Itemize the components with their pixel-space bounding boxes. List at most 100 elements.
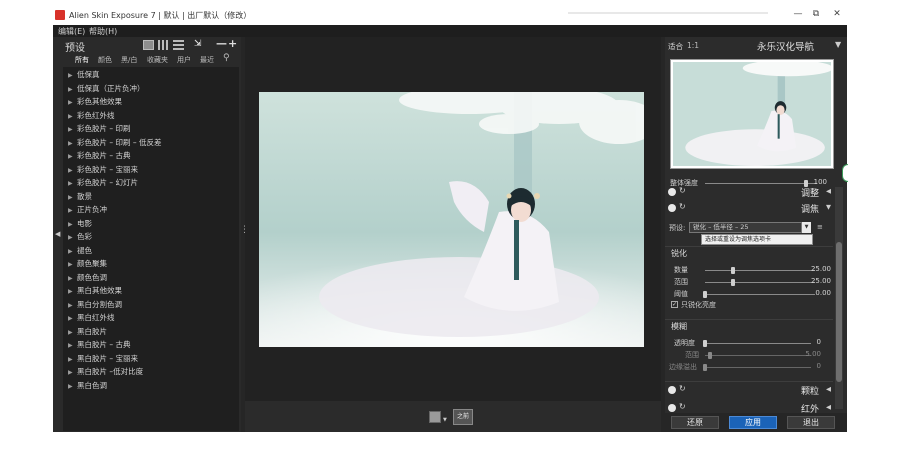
sharpen-radius-value: 25.00: [810, 277, 831, 285]
tab-recent[interactable]: 最近: [200, 55, 214, 65]
list-item[interactable]: ▶ 彩色胶片 – 幻灯片: [68, 177, 138, 190]
chevron-right-icon: ▶: [68, 328, 73, 336]
chevron-down-icon[interactable]: ▼: [443, 417, 447, 423]
toggle-icon[interactable]: [668, 188, 676, 196]
blur-bleed-knob[interactable]: [703, 364, 707, 371]
maximize-button[interactable]: ⧉: [809, 9, 823, 21]
collapse-left-panel-icon[interactable]: ◀: [55, 230, 60, 238]
section-focus-header[interactable]: ↻ 调焦 ▼: [665, 202, 833, 215]
divider: [665, 246, 833, 247]
close-button[interactable]: ✕: [830, 9, 844, 21]
sharpen-radius-knob[interactable]: [730, 279, 735, 286]
tab-user[interactable]: 用户: [177, 55, 191, 65]
list-item[interactable]: ▶ 低保真（正片负冲）: [68, 83, 145, 96]
section-infrared-header[interactable]: ↻ 红外 ◀: [665, 402, 833, 413]
collapse-icon[interactable]: ⇲: [194, 39, 202, 49]
chevron-right-icon: ▶: [68, 72, 73, 79]
view-grid-large-icon[interactable]: [143, 40, 154, 50]
focus-preset-select[interactable]: 锐化 – 低半径 – 25: [689, 222, 802, 233]
list-item[interactable]: ▶ 黑白其他效果: [68, 285, 122, 298]
toggle-icon[interactable]: [668, 386, 676, 394]
chevron-right-icon: ▶: [68, 139, 73, 147]
list-item[interactable]: ▶ 褪色: [68, 245, 92, 258]
sharpen-threshold-value: 0.00: [815, 289, 831, 297]
navigator-title: 永乐汉化导航: [757, 42, 815, 53]
list-item[interactable]: ▶ 黑白红外线: [68, 312, 115, 325]
before-button[interactable]: 之前: [453, 409, 473, 425]
list-item[interactable]: ▶ 彩色红外线: [68, 110, 115, 123]
sharpen-radius-track[interactable]: [705, 282, 815, 283]
tab-color[interactable]: 颜色: [98, 55, 112, 65]
sharpen-amount-knob[interactable]: [730, 267, 735, 274]
chevron-right-icon: ▶: [68, 342, 73, 349]
reset-icon[interactable]: ↻: [679, 402, 686, 411]
reset-icon[interactable]: ↻: [679, 202, 686, 211]
chevron-down-icon: ▼: [826, 203, 831, 211]
chevron-down-icon[interactable]: ▼: [835, 40, 841, 49]
list-item[interactable]: ▶ 彩色胶片 – 古典: [68, 150, 131, 163]
zoom-1to1-button[interactable]: 1:1: [687, 41, 699, 50]
chevron-right-icon: ▶: [68, 288, 73, 295]
list-item[interactable]: ▶ 低保真: [68, 69, 100, 82]
sharpen-threshold-label: 阈值: [674, 290, 688, 298]
chevron-right-icon: ▶: [68, 301, 73, 309]
chevron-right-icon: ▶: [68, 166, 73, 174]
list-item[interactable]: ▶ 色彩: [68, 231, 92, 244]
menu-edit[interactable]: 编辑(E): [58, 26, 85, 37]
list-item[interactable]: ▶ 黑白胶片 – 宝丽来: [68, 353, 138, 366]
list-item[interactable]: ▶ 正片负冲: [68, 204, 107, 217]
luminance-only-checkbox[interactable]: ✓: [671, 301, 678, 308]
list-item[interactable]: ▶ 颜色聚集: [68, 258, 107, 271]
navigator-thumbnail[interactable]: [670, 59, 834, 169]
reset-button[interactable]: 还原: [671, 416, 719, 429]
reset-icon[interactable]: ↻: [679, 186, 686, 195]
section-grain-header[interactable]: ↻ 颗粒 ◀: [665, 384, 833, 397]
list-item[interactable]: ▶ 黑白色调: [68, 380, 107, 393]
chevron-right-icon: ▶: [68, 234, 73, 241]
menu-icon[interactable]: ≡: [817, 223, 823, 231]
toggle-icon[interactable]: [668, 404, 676, 412]
list-item[interactable]: ▶ 彩色胶片 – 印刷: [68, 123, 131, 136]
reset-icon[interactable]: ↻: [679, 384, 686, 393]
compare-icon[interactable]: [429, 411, 441, 423]
list-item[interactable]: ▶ 黑白胶片: [68, 326, 107, 339]
view-grid-small-icon[interactable]: [158, 40, 169, 50]
chevron-down-icon[interactable]: ▼: [802, 222, 811, 233]
add-icon[interactable]: +: [228, 37, 237, 50]
list-item[interactable]: ▶ 彩色其他效果: [68, 96, 122, 109]
sharpen-amount-track[interactable]: [705, 270, 815, 271]
sharpen-threshold-track[interactable]: [705, 294, 815, 295]
list-item[interactable]: ▶ 黑白胶片 – 古典: [68, 339, 131, 352]
section-adjust-header[interactable]: ↻ 调整 ◀: [665, 186, 833, 199]
focus-preset-row: 预设: 锐化 – 低半径 – 25 ▼ ≡: [669, 222, 829, 234]
exit-button[interactable]: 退出: [787, 416, 835, 429]
sharpen-threshold-knob[interactable]: [703, 291, 707, 298]
action-bar: 还原 应用 退出: [665, 413, 847, 432]
blur-range-knob[interactable]: [708, 352, 713, 359]
list-item[interactable]: ▶ 电影: [68, 218, 92, 231]
app-body: 预设 ⇲ — + 所有 颜色 黑/白 收藏夹 用户 最近 ⚲ ▶ 低保真 ▶ 低保真…: [53, 37, 847, 432]
remove-icon[interactable]: —: [216, 37, 227, 50]
tab-bw[interactable]: 黑/白: [121, 55, 137, 65]
menu-help[interactable]: 帮助(H): [89, 26, 117, 37]
apply-button[interactable]: 应用: [729, 416, 777, 429]
tab-all[interactable]: 所有: [75, 55, 89, 65]
tab-favorites[interactable]: 收藏夹: [147, 55, 168, 65]
list-item[interactable]: ▶ 黑白分割色调: [68, 299, 122, 312]
list-item[interactable]: ▶ 彩色胶片 – 印刷 – 低反差: [68, 137, 162, 150]
blur-opacity-knob[interactable]: [703, 340, 707, 347]
list-item[interactable]: ▶ 颜色色调: [68, 272, 107, 285]
list-item[interactable]: ▶ 彩色胶片 – 宝丽来: [68, 164, 138, 177]
search-icon[interactable]: ⚲: [223, 53, 230, 63]
divider: [665, 319, 833, 320]
view-list-icon[interactable]: [173, 40, 184, 50]
side-tab[interactable]: [842, 164, 848, 182]
list-item[interactable]: ▶ 散景: [68, 191, 92, 204]
zoom-fit-button[interactable]: 适合: [668, 41, 683, 52]
title-strip: [568, 12, 768, 14]
toggle-icon[interactable]: [668, 204, 676, 212]
minimize-button[interactable]: —: [791, 9, 805, 21]
adjustments-scroll-thumb[interactable]: [836, 242, 842, 382]
list-item[interactable]: ▶ 黑白胶片 –低对比度: [68, 366, 143, 379]
chevron-right-icon: ▶: [68, 315, 73, 322]
